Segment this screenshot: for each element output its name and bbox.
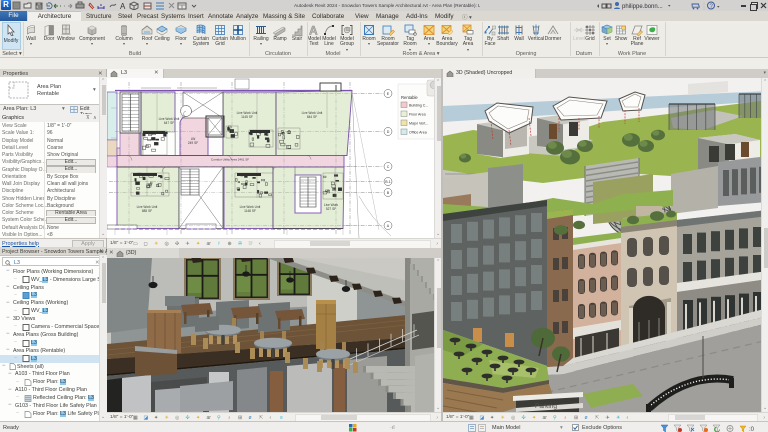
svg-text:B.1: B.1: [385, 179, 390, 183]
svg-text:Building C...: Building C...: [409, 103, 428, 107]
svg-text:C: C: [387, 164, 390, 168]
svg-text:philippe.bonn...: philippe.bonn...: [622, 4, 663, 10]
svg-text:Rentable: Rentable: [401, 95, 418, 100]
svg-text:527 SF: 527 SF: [326, 207, 336, 211]
svg-text:647 SF: 647 SF: [164, 121, 174, 125]
svg-text:Office Area: Office Area: [409, 130, 427, 134]
svg-text:844 SF: 844 SF: [307, 115, 317, 119]
svg-text:A: A: [120, 2, 126, 10]
svg-text:D: D: [387, 129, 390, 133]
svg-text:1148 SF: 1148 SF: [244, 209, 256, 213]
svg-text::0: :0: [749, 427, 755, 432]
svg-text:Floor Area: Floor Area: [409, 112, 426, 116]
svg-text:Parking: Parking: [535, 403, 557, 410]
svg-text:1145 SF: 1145 SF: [241, 115, 253, 119]
svg-text:Major Vert...: Major Vert...: [409, 121, 428, 125]
svg-text:?: ?: [710, 4, 714, 10]
svg-text:249 SF: 249 SF: [188, 141, 198, 145]
svg-text:Corridor Utility Area 2461 SF: Corridor Utility Area 2461 SF: [211, 157, 249, 161]
svg-text:885 SF: 885 SF: [142, 209, 152, 213]
